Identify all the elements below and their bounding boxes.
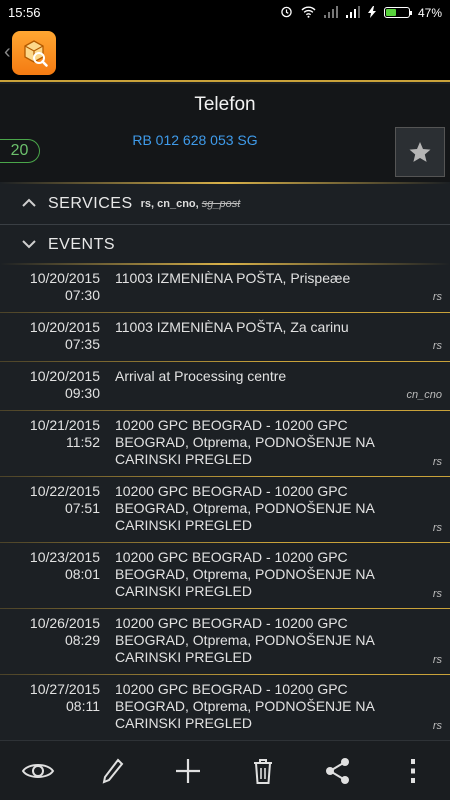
back-chevron-icon[interactable]: ‹ [4,41,11,64]
signal-icon-2 [345,5,360,20]
event-description: 10200 GPC BEOGRAD - 10200 GPC BEOGRAD, O… [115,681,375,731]
share-icon [325,757,349,784]
status-bar: 15:56 47% [0,0,450,25]
event-service: rs [432,291,442,303]
services-disabled-tag: sg_post [201,198,241,210]
chevron-up-icon [22,195,48,213]
favorite-button[interactable] [395,127,445,177]
package-search-icon [24,39,48,67]
event-description: 10200 GPC BEOGRAD - 10200 GPC BEOGRAD, O… [115,483,375,533]
view-button[interactable] [13,746,63,796]
services-title: SERVICES [48,195,133,212]
wifi-icon [301,6,316,20]
event-datetime: 10/23/2015 08:01 [29,549,100,582]
event-service: rs [432,654,442,666]
event-item[interactable]: 10/20/2015 07:35 11003 IZMENIÈNA POŠTA, Z… [0,313,450,362]
event-datetime: 10/27/2015 08:11 [29,681,100,714]
event-service: rs [432,522,442,534]
event-item[interactable]: 10/21/2015 11:52 10200 GPC BEOGRAD - 1020… [0,411,450,477]
eye-icon [21,763,54,778]
event-datetime: 10/21/2015 11:52 [29,417,100,450]
item-title: Telefon [194,94,256,115]
event-service: cn_cno [406,389,442,401]
item-header: Telefon 20 RB 012 628 053 SG [0,84,450,182]
events-list[interactable]: 10/20/2015 07:30 11003 IZMENIÈNA POŠTA, P… [0,264,450,739]
event-datetime: 10/22/2015 07:51 [29,483,100,516]
alarm-icon [280,5,293,20]
overflow-menu-icon [410,758,415,783]
add-button[interactable] [163,746,213,796]
events-title: EVENTS [48,236,116,253]
event-service: rs [432,456,442,468]
event-description: Arrival at Processing centre [115,368,287,384]
event-item[interactable]: 10/27/2015 08:11 10200 GPC BEOGRAD - 1020… [0,675,450,739]
delete-button[interactable] [238,746,288,796]
event-item[interactable]: 10/26/2015 08:29 10200 GPC BEOGRAD - 1020… [0,609,450,675]
chevron-down-icon [22,236,48,254]
event-description: 10200 GPC BEOGRAD - 10200 GPC BEOGRAD, O… [115,417,375,467]
event-item[interactable]: 10/20/2015 07:30 11003 IZMENIÈNA POŠTA, P… [0,264,450,313]
services-section-header[interactable]: SERVICES rs, cn_cno, sg_post [0,184,450,224]
status-icons: 47% [280,5,442,20]
app-logo[interactable] [11,30,56,75]
services-active-tags: rs, cn_cno, [140,198,199,210]
charging-icon [367,5,376,20]
event-service: rs [432,340,442,352]
event-datetime: 10/20/2015 09:30 [29,368,100,401]
tracking-number[interactable]: RB 012 628 053 SG [0,132,390,148]
services-tags: rs, cn_cno, sg_post [141,198,241,210]
pencil-icon [102,757,123,784]
event-description: 10200 GPC BEOGRAD - 10200 GPC BEOGRAD, O… [115,615,375,665]
plus-icon [175,758,200,783]
signal-icon-1 [323,5,338,20]
battery-percent: 47% [417,5,442,20]
app-bar: ‹ [0,25,450,82]
event-datetime: 10/20/2015 07:30 [29,270,100,303]
bottom-toolbar [0,740,450,800]
edit-button[interactable] [88,746,138,796]
battery-icon [383,7,412,18]
more-options-button[interactable] [388,746,438,796]
event-description: 11003 IZMENIÈNA POŠTA, Prispeæe [115,270,351,286]
event-datetime: 10/20/2015 07:35 [29,319,100,352]
star-icon [409,142,431,162]
events-section-header[interactable]: EVENTS [0,225,450,265]
event-description: 11003 IZMENIÈNA POŠTA, Za carinu [115,319,349,335]
trash-icon [253,758,272,784]
share-button[interactable] [313,746,363,796]
event-description: 10200 GPC BEOGRAD - 10200 GPC BEOGRAD, O… [115,549,375,599]
event-item[interactable]: 10/23/2015 08:01 10200 GPC BEOGRAD - 1020… [0,543,450,609]
event-datetime: 10/26/2015 08:29 [29,615,100,648]
event-service: rs [432,588,442,600]
event-item[interactable]: 10/20/2015 09:30 Arrival at Processing ce… [0,362,450,411]
status-time: 15:56 [8,5,41,20]
event-item[interactable]: 10/22/2015 07:51 10200 GPC BEOGRAD - 1020… [0,477,450,543]
event-service: rs [432,720,442,732]
